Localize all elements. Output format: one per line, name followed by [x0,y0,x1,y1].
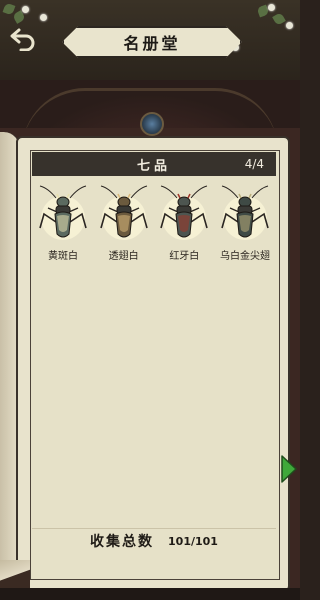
cricket-name: 红牙白 [169,251,200,262]
emblem-icon [140,112,164,136]
cricket-card[interactable]: 红牙白 [157,184,211,262]
cricket-name: 乌白金尖翅 [219,251,270,262]
collection-total-label: 收集总数 [90,534,155,550]
cricket-icon [39,185,87,240]
next-page-arrow-icon [281,455,297,483]
cricket-name: 黄斑白 [48,251,78,262]
cricket-icon [99,185,148,240]
page-title: 名册堂 [123,34,181,53]
cricket-card[interactable]: 乌白金尖翅 [218,184,272,262]
cricket-icon [160,185,209,240]
flower-decoration [268,4,275,11]
cricket-icon [221,185,269,240]
cricket-grid: 黄斑白 透翅白 红牙白 乌白金尖翅 [36,184,272,262]
cricket-name: 透翅白 [108,251,139,262]
title-banner: 名册堂 [62,26,242,58]
category-title: 七品 [136,158,171,174]
next-page-button[interactable] [280,454,298,484]
back-arrow-icon [10,28,35,51]
category-header: 七品 4/4 [32,152,276,176]
bottom-shadow [0,588,300,600]
collection-total-value: 101/101 [168,534,218,548]
flower-decoration [22,6,29,13]
category-count: 4/4 [244,157,264,171]
cricket-card[interactable]: 黄斑白 [36,184,90,262]
flower-decoration [286,22,293,29]
cricket-card[interactable]: 透翅白 [97,184,151,262]
flower-decoration [40,14,47,21]
back-button[interactable] [6,24,40,54]
collection-footer: 收集总数 101/101 [32,528,276,553]
